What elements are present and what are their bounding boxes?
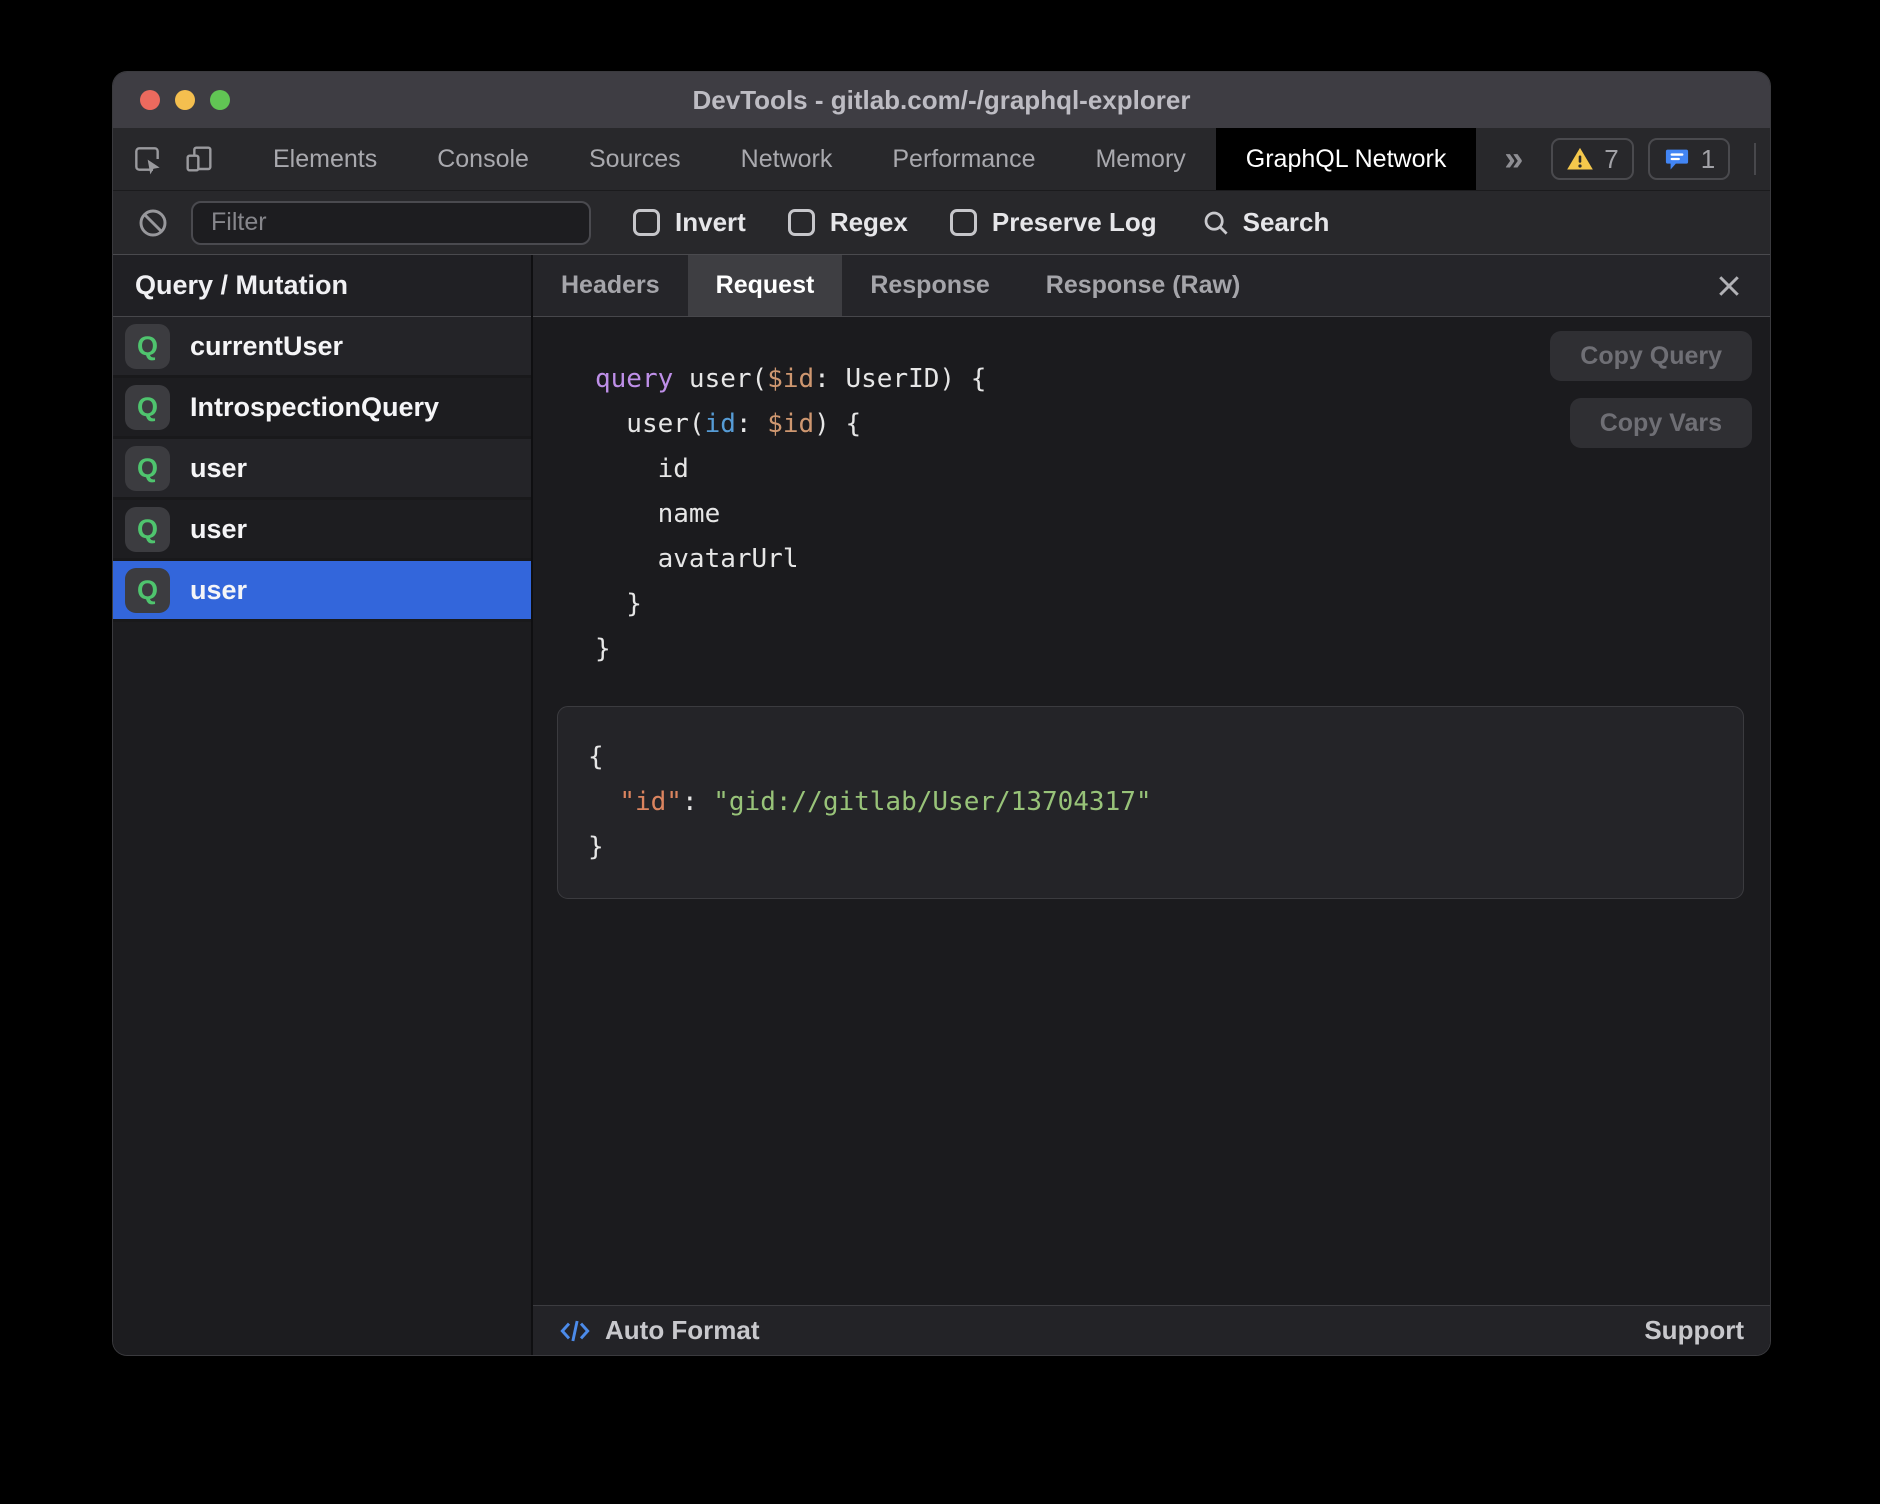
filter-bar: Invert Regex Preserve Log Search [113,190,1770,255]
copy-vars-button[interactable]: Copy Vars [1570,398,1752,448]
tab-headers[interactable]: Headers [533,255,688,316]
query-variables-box: { "id": "gid://gitlab/User/13704317"} [557,706,1744,899]
query-list: Q currentUser Q IntrospectionQuery Q use… [113,317,531,622]
chevron-double-right-icon: » [1504,140,1523,179]
regex-checkbox-group[interactable]: Regex [788,207,908,238]
warning-triangle-icon [1566,145,1594,173]
list-item-currentuser[interactable]: Q currentUser [113,317,531,378]
devtools-window: DevTools - gitlab.com/-/graphql-explorer… [113,72,1770,1355]
invert-checkbox-group[interactable]: Invert [633,207,746,238]
query-type-badge: Q [125,324,170,369]
device-toolbar-icon[interactable] [183,143,215,175]
detail-footer: Auto Format Support [533,1305,1770,1355]
query-type-badge: Q [125,568,170,613]
support-link[interactable]: Support [1644,1315,1744,1346]
close-detail-button[interactable] [1688,255,1770,316]
query-type-badge: Q [125,385,170,430]
regex-checkbox[interactable] [788,209,815,236]
invert-checkbox[interactable] [633,209,660,236]
preserve-log-checkbox[interactable] [950,209,977,236]
auto-format-toggle[interactable]: Auto Format [559,1315,760,1347]
list-item-user-3-selected[interactable]: Q user [113,561,531,622]
tab-elements[interactable]: Elements [243,128,407,190]
title-bar: DevTools - gitlab.com/-/graphql-explorer [113,72,1770,128]
detail-panel: Headers Request Response Response (Raw) … [533,255,1770,1355]
tab-request[interactable]: Request [688,255,843,316]
search-icon [1201,208,1231,238]
preserve-log-checkbox-group[interactable]: Preserve Log [950,207,1157,238]
request-view: query user($id: UserID) { user(id: $id) … [533,317,1770,1305]
badge-divider [1754,143,1756,175]
warnings-badge[interactable]: 7 [1551,138,1633,180]
main-toolbar: Elements Console Sources Network Perform… [113,128,1770,190]
tab-response[interactable]: Response [842,255,1017,316]
tab-network[interactable]: Network [711,128,863,190]
filter-input[interactable] [191,201,591,245]
query-type-badge: Q [125,446,170,491]
copy-query-button[interactable]: Copy Query [1550,331,1752,381]
preserve-log-checkbox-label: Preserve Log [992,207,1157,238]
message-bubble-icon [1663,145,1691,173]
clear-block-icon[interactable] [137,207,169,239]
invert-checkbox-label: Invert [675,207,746,238]
query-type-badge: Q [125,507,170,552]
tab-sources[interactable]: Sources [559,128,711,190]
tab-memory[interactable]: Memory [1065,128,1215,190]
search-label: Search [1243,207,1330,238]
regex-checkbox-label: Regex [830,207,908,238]
window-title: DevTools - gitlab.com/-/graphql-explorer [113,85,1770,116]
detail-tab-bar: Headers Request Response Response (Raw) [533,255,1770,317]
tab-response-raw[interactable]: Response (Raw) [1018,255,1268,316]
tab-console[interactable]: Console [407,128,559,190]
issues-badge[interactable]: 1 [1648,138,1730,180]
list-item-user-1[interactable]: Q user [113,439,531,500]
search-control[interactable]: Search [1201,207,1330,238]
close-icon [1714,271,1744,301]
query-list-panel: Query / Mutation Q currentUser Q Introsp… [113,255,533,1355]
inspect-element-icon[interactable] [131,143,163,175]
auto-format-label: Auto Format [605,1315,760,1346]
query-list-header: Query / Mutation [113,255,531,317]
tab-performance[interactable]: Performance [862,128,1065,190]
more-tabs-button[interactable]: » [1476,128,1551,190]
tab-graphql-network[interactable]: GraphQL Network [1216,128,1477,190]
list-item-user-2[interactable]: Q user [113,500,531,561]
warning-count: 7 [1604,144,1618,175]
code-brackets-icon [559,1315,591,1347]
list-item-introspectionquery[interactable]: Q IntrospectionQuery [113,378,531,439]
issues-count: 1 [1701,144,1715,175]
